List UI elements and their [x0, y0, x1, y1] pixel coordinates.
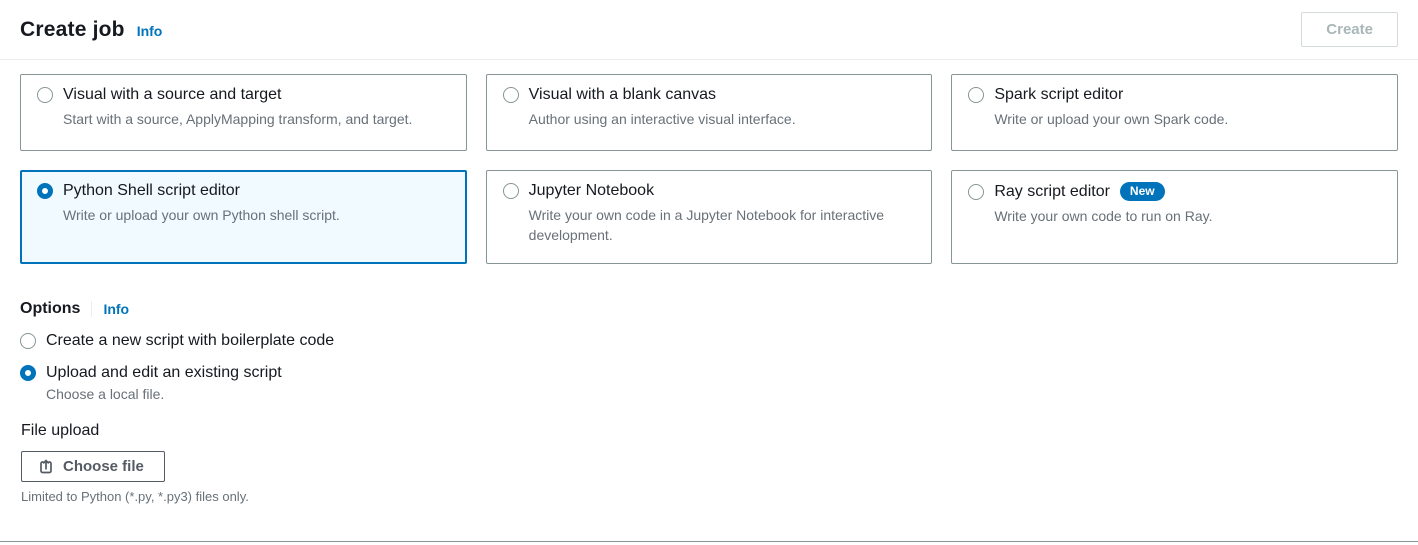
options-info-link[interactable]: Info [103, 301, 129, 317]
radio-button[interactable] [503, 87, 519, 103]
card-title: Jupyter Notebook [529, 182, 654, 200]
card-description: Author using an interactive visual inter… [529, 109, 916, 129]
card-description: Write or upload your own Spark code. [994, 109, 1381, 129]
card-description: Write your own code to run on Ray. [994, 206, 1381, 226]
card-title: Spark script editor [994, 86, 1123, 104]
card-title: Python Shell script editor [63, 182, 240, 200]
choose-file-button[interactable]: Choose file [21, 451, 165, 482]
page-title: Create job [20, 18, 125, 42]
job-type-card-visual-blank-canvas[interactable]: Visual with a blank canvas Author using … [486, 74, 933, 151]
title-wrap: Create job Info [20, 18, 162, 42]
radio-description: Choose a local file. [46, 386, 1398, 402]
job-type-card-ray-script-editor[interactable]: Ray script editor New Write your own cod… [951, 170, 1398, 264]
card-head: Ray script editor New [968, 182, 1381, 201]
upload-icon [38, 459, 54, 475]
job-type-card-spark-script-editor[interactable]: Spark script editor Write or upload your… [951, 74, 1398, 151]
card-head: Visual with a blank canvas [503, 86, 916, 104]
bottom-divider [0, 541, 1418, 542]
card-title: Visual with a blank canvas [529, 86, 716, 104]
radio-button[interactable] [968, 87, 984, 103]
file-upload-label: File upload [21, 422, 1398, 440]
radio-button[interactable] [503, 183, 519, 199]
card-head: Spark script editor [968, 86, 1381, 104]
card-title: Ray script editor [994, 183, 1110, 201]
options-head: Options Info [20, 300, 1398, 318]
create-button[interactable]: Create [1301, 12, 1398, 47]
job-type-card-jupyter-notebook[interactable]: Jupyter Notebook Write your own code in … [486, 170, 933, 264]
radio-button[interactable] [37, 87, 53, 103]
card-description: Write your own code in a Jupyter Noteboo… [529, 205, 916, 246]
radio-label: Upload and edit an existing script [46, 364, 282, 382]
option-radio-boilerplate[interactable]: Create a new script with boilerplate cod… [20, 332, 1398, 350]
card-head: Visual with a source and target [37, 86, 450, 104]
card-head: Jupyter Notebook [503, 182, 916, 200]
vertical-divider [91, 301, 92, 317]
card-head: Python Shell script editor [37, 182, 450, 200]
job-type-card-python-shell-script-editor[interactable]: Python Shell script editor Write or uplo… [20, 170, 467, 264]
job-type-cards: Visual with a source and target Start wi… [20, 74, 1398, 264]
page-header: Create job Info Create [0, 0, 1418, 60]
radio-label: Create a new script with boilerplate cod… [46, 332, 334, 350]
card-description: Write or upload your own Python shell sc… [63, 205, 450, 225]
options-section: Options Info Create a new script with bo… [20, 300, 1398, 402]
option-radio-upload-existing[interactable]: Upload and edit an existing script [20, 364, 1398, 382]
file-constraint-text: Limited to Python (*.py, *.py3) files on… [21, 489, 1398, 504]
radio-button[interactable] [37, 183, 53, 199]
card-title: Visual with a source and target [63, 86, 282, 104]
radio-button[interactable] [968, 184, 984, 200]
choose-file-button-label: Choose file [63, 458, 144, 475]
new-badge: New [1120, 182, 1165, 201]
radio-button[interactable] [20, 365, 36, 381]
card-description: Start with a source, ApplyMapping transf… [63, 109, 450, 129]
options-heading: Options [20, 300, 80, 318]
job-type-card-visual-source-target[interactable]: Visual with a source and target Start wi… [20, 74, 467, 151]
radio-button[interactable] [20, 333, 36, 349]
create-job-info-link[interactable]: Info [137, 23, 163, 39]
